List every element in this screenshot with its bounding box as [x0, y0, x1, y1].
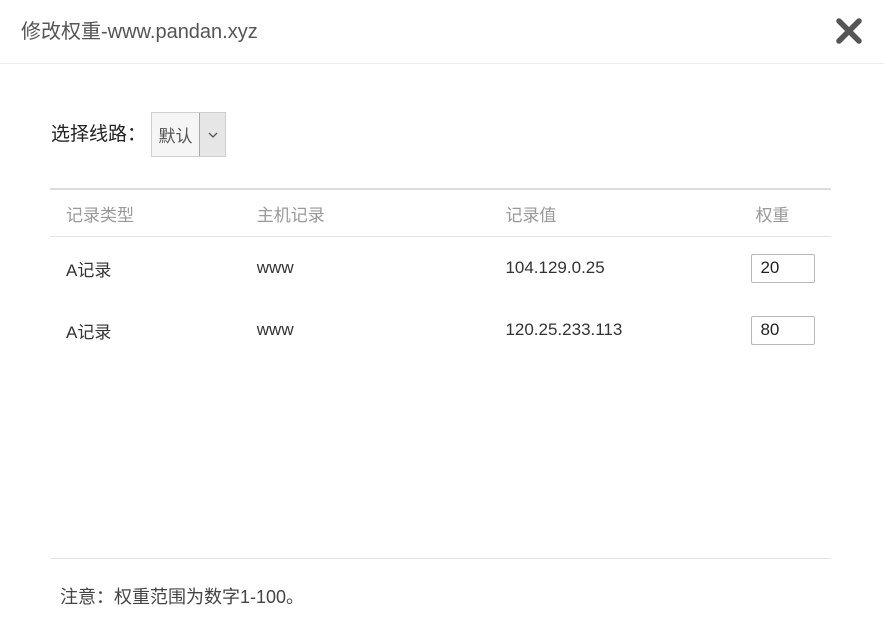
route-selector-row: 选择线路： 默认 — [51, 111, 227, 158]
weight-cell — [751, 237, 831, 300]
record-value-cell: 120.25.233.113 — [505, 320, 623, 339]
header-host-record: 主机记录 — [256, 205, 325, 225]
route-select[interactable]: 默认 — [151, 112, 227, 157]
table-row: A记录 www 104.129.0.25 — [50, 237, 831, 300]
record-type-cell: A记录 — [66, 322, 112, 342]
record-type-cell: A记录 — [66, 260, 112, 280]
chevron-down-icon — [200, 113, 226, 156]
route-select-value: 默认 — [152, 113, 201, 156]
header-record-type: 记录类型 — [66, 205, 134, 225]
record-value-cell: 104.129.0.25 — [505, 258, 605, 277]
dialog-header: 修改权重-www.pandan.xyz — [0, 0, 884, 64]
header-record-value: 记录值 — [505, 205, 557, 225]
weight-cell — [751, 299, 831, 361]
footer-divider — [50, 558, 831, 559]
close-button[interactable] — [834, 16, 864, 46]
table-header-row: 记录类型 主机记录 记录值 权重 — [50, 189, 831, 237]
dialog-title: 修改权重-www.pandan.xyz — [21, 21, 258, 43]
host-record-cell: www — [256, 320, 294, 339]
close-icon — [836, 18, 862, 44]
weight-range-note: 注意：权重范围为数字1-100。 — [60, 587, 305, 607]
weight-input[interactable] — [751, 253, 816, 283]
table-row: A记录 www 120.25.233.113 — [50, 299, 831, 361]
host-record-cell: www — [256, 258, 294, 277]
weight-input[interactable] — [751, 315, 816, 345]
route-label: 选择线路： — [51, 123, 147, 145]
header-weight: 权重 — [755, 205, 790, 225]
records-table: 记录类型 主机记录 记录值 权重 A记录 www 104.129.0.25 A记… — [50, 188, 831, 361]
modify-weight-dialog: 修改权重-www.pandan.xyz 选择线路： 默认 记录类型 主机记录 记… — [0, 0, 884, 622]
